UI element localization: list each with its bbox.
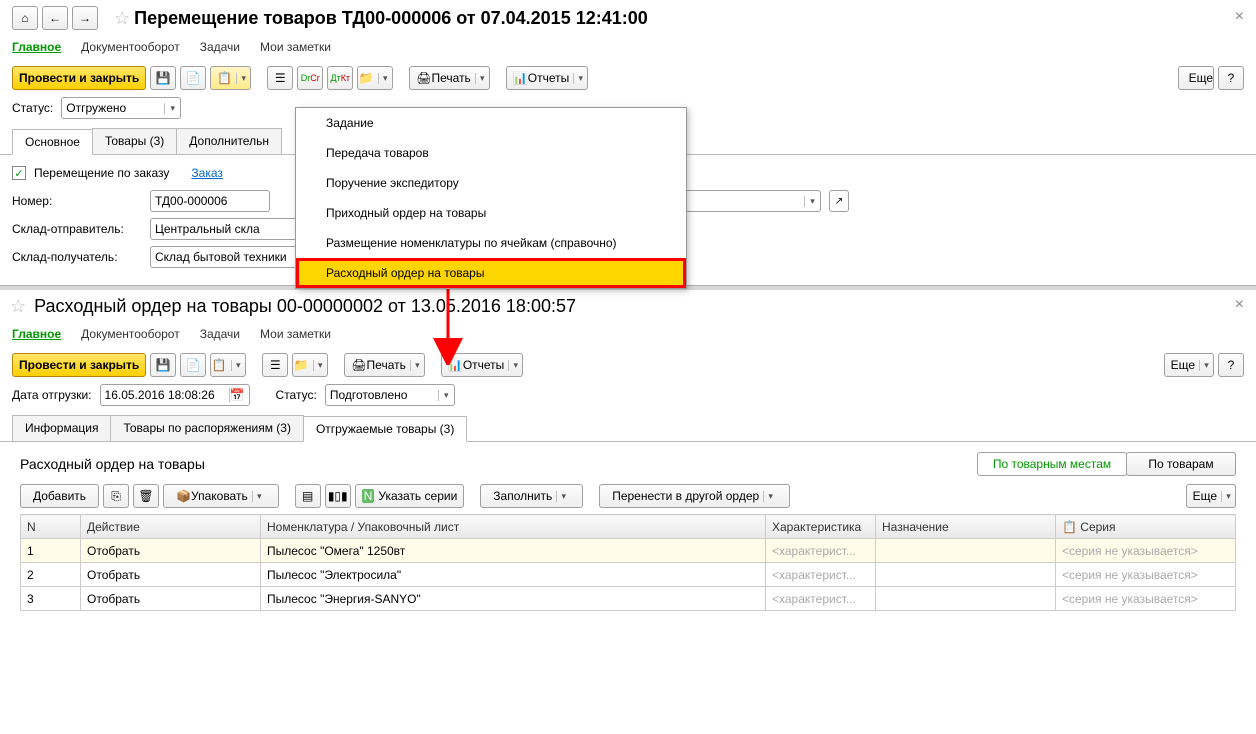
status-label-2: Статус: <box>276 388 317 402</box>
status-select-2[interactable]: Подготовлено▾ <box>325 384 455 406</box>
tab-goods-by-orders[interactable]: Товары по распоряжениям (3) <box>110 415 303 441</box>
goods-table: N Действие Номенклатура / Упаковочный ли… <box>20 514 1236 611</box>
move-by-order-label: Перемещение по заказу <box>34 166 169 180</box>
number-field[interactable]: ТД00-000006 <box>150 190 270 212</box>
tab-main[interactable]: Основное <box>12 129 93 155</box>
structure-button[interactable]: ☰ <box>267 66 293 90</box>
save-button[interactable]: 💾 <box>150 66 176 90</box>
menu-item-transfer-goods[interactable]: Передача товаров <box>296 138 686 168</box>
favorite-icon[interactable]: ☆ <box>114 8 130 29</box>
favorite-icon-2[interactable]: ☆ <box>10 296 26 317</box>
menu-item-forwarder-order[interactable]: Поручение экспедитору <box>296 168 686 198</box>
back-button[interactable]: ← <box>42 6 68 30</box>
menu-item-cell-placement[interactable]: Размещение номенклатуры по ячейкам (спра… <box>296 228 686 258</box>
print-button-2[interactable]: 🖨 Печать▾ <box>344 353 425 377</box>
files-button[interactable]: 📁▾ <box>357 66 393 90</box>
files-button-2[interactable]: 📁▾ <box>292 353 328 377</box>
save-button-2[interactable]: 💾 <box>150 353 176 377</box>
menu-item-expense-order[interactable]: Расходный ордер на товары <box>296 258 686 288</box>
tab-shipped-goods[interactable]: Отгружаемые товары (3) <box>303 416 467 442</box>
ship-date-label: Дата отгрузки: <box>12 388 92 402</box>
move-to-other-order-button[interactable]: Перенести в другой ордер▾ <box>599 484 790 508</box>
page-title-2: Расходный ордер на товары 00-00000002 от… <box>34 296 576 317</box>
pack-button[interactable]: 📦 Упаковать▾ <box>163 484 279 508</box>
col-assign[interactable]: Назначение <box>876 515 1056 539</box>
expense-order-subtitle: Расходный ордер на товары <box>20 450 205 478</box>
col-n[interactable]: N <box>21 515 81 539</box>
help-button[interactable]: ? <box>1218 66 1244 90</box>
page-title: Перемещение товаров ТД00-000006 от 07.04… <box>134 8 648 29</box>
specify-series-button[interactable]: NУказать серии <box>355 484 465 508</box>
move-by-order-checkbox[interactable]: ✓ <box>12 166 26 180</box>
by-places-toggle[interactable]: По товарным местам <box>977 452 1127 476</box>
menu-item-task[interactable]: Задание <box>296 108 686 138</box>
tab-additional[interactable]: Дополнительн <box>176 128 282 154</box>
barcode-button[interactable]: ▮▯▮ <box>325 484 351 508</box>
close-icon[interactable]: × <box>1235 8 1244 26</box>
nav-notes[interactable]: Мои заметки <box>260 40 331 54</box>
table-row[interactable]: 2 Отобрать Пылесос "Электросила" <характ… <box>21 563 1236 587</box>
menu-item-income-order[interactable]: Приходный ордер на товары <box>296 198 686 228</box>
dr-cr-button[interactable]: DrCr <box>297 66 323 90</box>
create-based-on-menu: Задание Передача товаров Поручение экспе… <box>295 107 687 289</box>
ship-date-field[interactable]: 16.05.2016 18:08:26📅 <box>100 384 250 406</box>
delete-button[interactable]: 🗑 <box>133 484 159 508</box>
more-button[interactable]: Еще <box>1178 66 1214 90</box>
col-action[interactable]: Действие <box>81 515 261 539</box>
reports-button-2[interactable]: 📊 Отчеты▾ <box>441 353 523 377</box>
tab-goods[interactable]: Товары (3) <box>92 128 177 154</box>
extra-btn-1[interactable]: ▤ <box>295 484 321 508</box>
table-row[interactable]: 3 Отобрать Пылесос "Энергия-SANYO" <хара… <box>21 587 1236 611</box>
post-and-close-button-2[interactable]: Провести и закрыть <box>12 353 146 377</box>
fill-button[interactable]: Заполнить▾ <box>480 484 583 508</box>
status-select[interactable]: Отгружено▾ <box>61 97 181 119</box>
sender-label: Склад-отправитель: <box>12 222 142 236</box>
tab-info[interactable]: Информация <box>12 415 111 441</box>
nav-main[interactable]: Главное <box>12 40 61 54</box>
col-char[interactable]: Характеристика <box>766 515 876 539</box>
org-open-button[interactable]: ↗ <box>829 190 849 212</box>
home-button[interactable]: ⌂ <box>12 6 38 30</box>
more-button-2[interactable]: Еще▾ <box>1164 353 1214 377</box>
post-button-2[interactable]: 📄 <box>180 353 206 377</box>
nav-doc-flow[interactable]: Документооборот <box>81 40 180 54</box>
table-row[interactable]: 1 Отобрать Пылесос "Омега" 1250вт <харак… <box>21 539 1236 563</box>
number-label: Номер: <box>12 194 142 208</box>
create-based-on-button[interactable]: 📋▾ <box>210 66 251 90</box>
nav-tasks[interactable]: Задачи <box>200 40 240 54</box>
nav-notes-2[interactable]: Мои заметки <box>260 327 331 341</box>
nav-tabs-top: Главное Документооборот Задачи Мои замет… <box>0 34 1256 62</box>
copy-button[interactable]: ⎘ <box>103 484 129 508</box>
nav-tasks-2[interactable]: Задачи <box>200 327 240 341</box>
reports-button[interactable]: 📊 Отчеты▾ <box>506 66 588 90</box>
help-button-2[interactable]: ? <box>1218 353 1244 377</box>
print-button[interactable]: 🖨 Печать▾ <box>409 66 490 90</box>
order-link[interactable]: Заказ <box>191 166 222 180</box>
structure-button-2[interactable]: ☰ <box>262 353 288 377</box>
col-nomen[interactable]: Номенклатура / Упаковочный лист <box>261 515 766 539</box>
col-series[interactable]: 📋 Серия <box>1056 515 1236 539</box>
receiver-label: Склад-получатель: <box>12 250 142 264</box>
create-based-on-button-2[interactable]: 📋▾ <box>210 353 246 377</box>
dt-kt-button[interactable]: ДтКт <box>327 66 353 90</box>
status-label: Статус: <box>12 101 53 115</box>
table-more-button[interactable]: Еще▾ <box>1186 484 1236 508</box>
post-and-close-button[interactable]: Провести и закрыть <box>12 66 146 90</box>
nav-main-2[interactable]: Главное <box>12 327 61 341</box>
by-goods-toggle[interactable]: По товарам <box>1126 452 1236 476</box>
nav-doc-flow-2[interactable]: Документооборот <box>81 327 180 341</box>
close-icon-2[interactable]: × <box>1235 296 1244 314</box>
nav-tabs-bottom: Главное Документооборот Задачи Мои замет… <box>0 321 1256 349</box>
forward-button[interactable]: → <box>72 6 98 30</box>
post-button[interactable]: 📄 <box>180 66 206 90</box>
add-button[interactable]: Добавить <box>20 484 99 508</box>
